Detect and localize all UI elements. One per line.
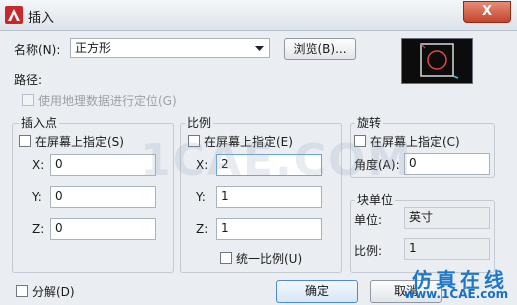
scale-y-label: Y: [196,190,206,204]
explode-checkbox[interactable] [16,285,28,297]
scale-y-input[interactable]: 1 [216,186,322,208]
explode-label: 分解(D) [32,285,75,299]
insertion-specify-label: 在屏幕上指定(S) [35,135,124,149]
path-label: 路径: [14,73,43,87]
close-button[interactable]: X [463,1,511,23]
chevron-down-icon [255,46,264,51]
insertion-y-label: Y: [32,190,42,204]
factor-label: 比例: [354,244,383,258]
geo-checkbox[interactable] [22,94,34,106]
scale-z-input[interactable]: 1 [216,218,322,240]
insertion-z-label: Z: [32,222,45,236]
geo-label: 使用地理数据进行定位(G) [38,94,177,108]
scale-title: 比例 [185,114,214,131]
insertion-point-title: 插入点 [19,114,60,131]
insertion-specify-checkbox[interactable] [19,135,31,147]
angle-input[interactable]: 0 [404,153,490,175]
block-preview-icon [401,38,473,84]
rotation-title: 旋转 [355,114,384,131]
factor-value: 1 [404,238,490,260]
name-combobox[interactable]: 正方形 [70,38,270,58]
watermark-large: 1CAE.COM [140,135,414,186]
title-bar [0,0,517,31]
insertion-z-input[interactable]: 0 [50,218,156,240]
unit-value: 英寸 [404,207,490,229]
unit-label: 单位: [354,213,383,227]
watermark-url: www.1CAE.com [404,287,509,301]
insertion-y-input[interactable]: 0 [50,186,156,208]
browse-button[interactable]: 浏览(B)... [284,38,356,60]
scale-z-label: Z: [196,222,209,236]
window-title: 插入 [28,11,55,26]
uniform-scale-label: 统一比例(U) [236,252,303,266]
ok-button[interactable]: 确定 [276,280,358,303]
name-value: 正方形 [75,41,112,55]
uniform-scale-checkbox[interactable] [220,252,232,264]
name-label: 名称(N): [14,43,61,57]
block-unit-title: 块单位 [355,191,396,208]
autocad-logo-icon [5,6,23,24]
insertion-x-label: X: [32,158,45,172]
